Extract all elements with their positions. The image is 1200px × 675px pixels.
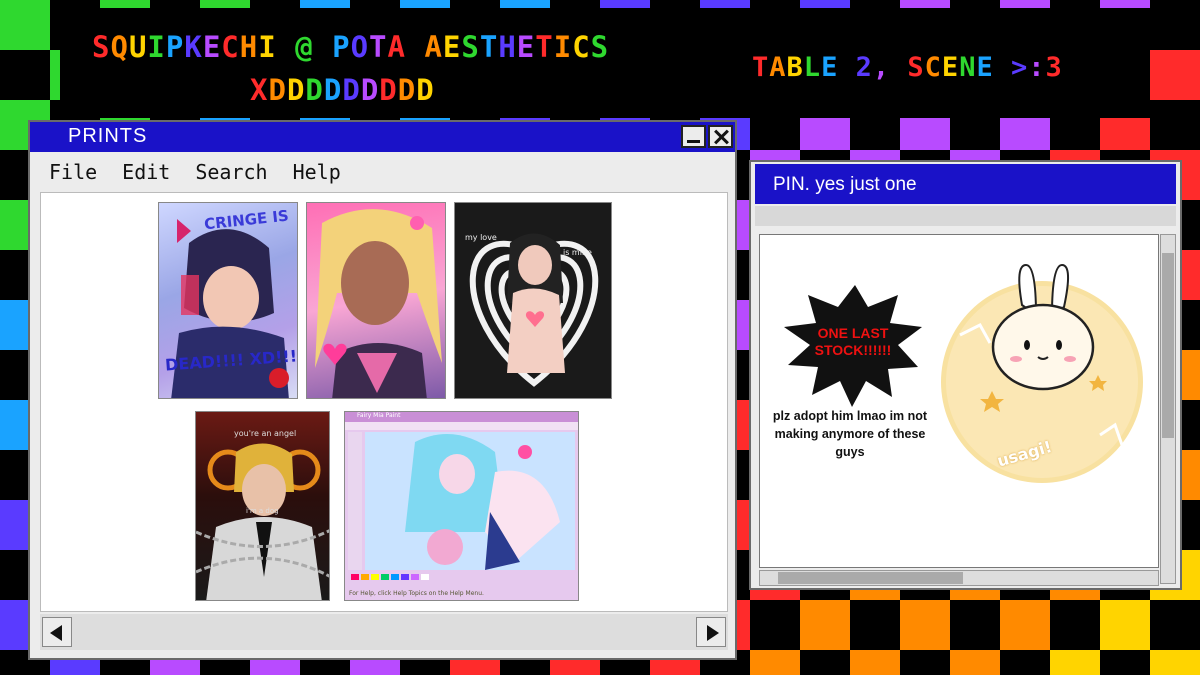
prints-window-title: PRINTS [68,125,148,147]
prints-horizontal-scrollbar[interactable] [40,614,728,650]
heart-spiral-print[interactable]: my love is mine [454,202,612,399]
pin-note: plz adopt him lmao im not making anymore… [772,409,928,459]
pin-horizontal-scroll-thumb[interactable] [778,572,963,584]
pin-horizontal-scrollbar[interactable] [759,570,1159,586]
menu-bar: File Edit Search Help [30,152,735,192]
prints-canvas: CRINGE IS DEAD!!!! XD!!! my love is mine… [40,192,728,612]
checker-square [1050,650,1100,675]
minimize-button[interactable] [681,125,706,148]
pin-window-title: PIN. yes just one [773,174,917,195]
menu-help[interactable]: Help [293,160,341,184]
one-last-stock-label: ONE LAST STOCK!!!!!! [814,325,892,358]
menu-search[interactable]: Search [195,160,267,184]
paint-app-caption-bottom: For Help, click Help Topics on the Help … [349,590,484,597]
table-label: TABLE 2, SCENE >:3 [752,52,1063,83]
checker-square [1150,50,1200,100]
pin-illustration [784,263,1143,483]
menu-file[interactable]: File [49,160,97,184]
pin-window: PIN. yes just one ONE LAST STOCK!!!!!! p… [749,160,1182,590]
chained-boy-caption-bottom: i'm a dog [246,507,279,515]
checker-square [1150,650,1200,675]
pin-canvas: ONE LAST STOCK!!!!!! plz adopt him lmao … [759,234,1159,568]
checker-square [0,0,50,50]
menu-edit[interactable]: Edit [122,160,170,184]
crinkle-print[interactable]: CRINGE IS DEAD!!!! XD!!! [158,202,298,399]
checker-square [1000,600,1050,650]
paint-app-caption-top: Fairy Mia Paint [357,412,401,419]
header-title-line2: XDDDDDDDDD [250,73,435,107]
prints-window: PRINTS File Edit Search Help CRINGE IS D… [28,120,737,660]
pin-titlebar[interactable]: PIN. yes just one [755,164,1176,204]
scroll-right-icon[interactable] [696,617,726,647]
pin-toolbar [755,206,1176,226]
chained-boy-print[interactable]: you're an angel i'm a dog [195,411,330,601]
header-title-line1: SQUIPKECHI @ POTA AESTHETICS [92,30,610,64]
checker-square [900,600,950,650]
scroll-left-icon[interactable] [42,617,72,647]
prints-titlebar[interactable]: PRINTS [30,122,735,152]
checker-square [950,650,1000,675]
blonde-girl-print[interactable] [306,202,446,399]
paint-app-print[interactable]: Fairy Mia Paint For Help, click Help Top… [344,411,579,601]
pin-vertical-scrollbar[interactable] [1160,234,1176,584]
heart-spiral-caption-top: my love [465,233,497,242]
checker-square [750,650,800,675]
checker-square [850,650,900,675]
checker-square [800,600,850,650]
paint-app-illustration [345,412,578,580]
pin-vertical-scroll-thumb[interactable] [1162,253,1174,438]
heart-spiral-caption-bottom: is mine [563,248,592,257]
blonde-girl-illustration [315,209,442,398]
chained-boy-caption-top: you're an angel [234,429,297,438]
checker-square [1100,600,1150,650]
close-button[interactable] [708,125,733,148]
